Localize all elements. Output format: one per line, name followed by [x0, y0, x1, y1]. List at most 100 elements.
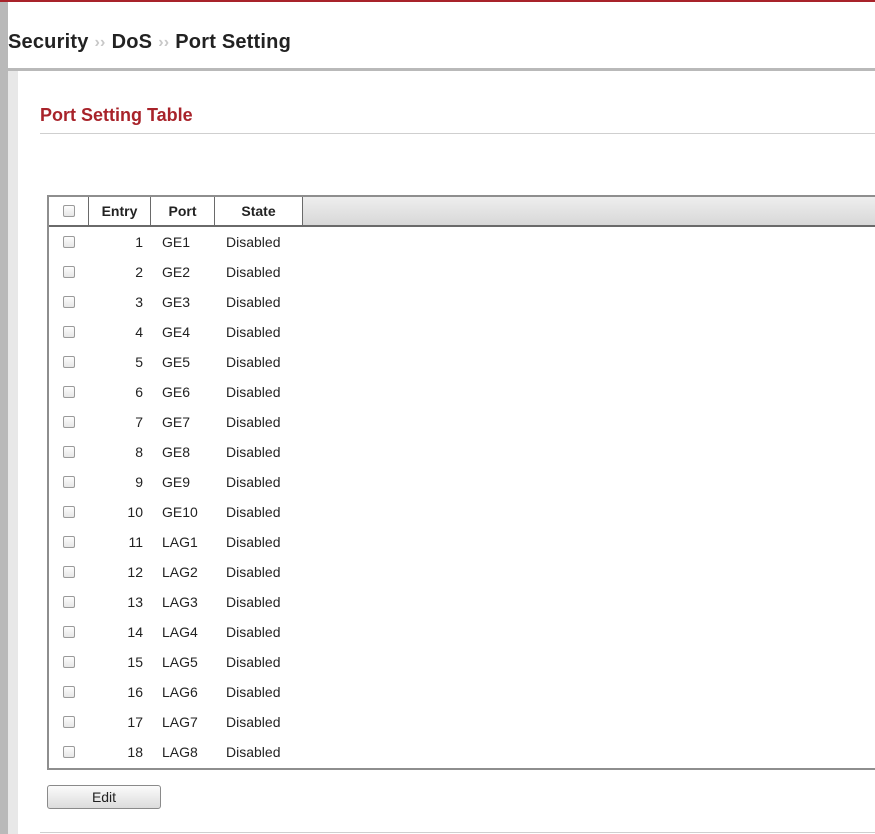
edit-button[interactable]: Edit [47, 785, 161, 809]
cell-state: Disabled [226, 714, 281, 730]
cell-entry: 5 [135, 354, 143, 370]
cell-entry: 11 [128, 534, 143, 550]
cell-entry: 15 [127, 654, 143, 670]
cell-port: GE7 [162, 414, 191, 430]
table-row[interactable]: 3 GE3 Disabled [49, 287, 875, 317]
column-header-state[interactable]: State [215, 197, 303, 225]
table-row[interactable]: 14 LAG4 Disabled [49, 617, 875, 647]
row-checkbox[interactable] [63, 236, 75, 248]
row-checkbox[interactable] [63, 686, 75, 698]
select-all-checkbox[interactable] [63, 205, 75, 217]
cell-entry: 1 [135, 234, 143, 250]
column-header-entry[interactable]: Entry [89, 197, 151, 225]
cell-port: GE9 [162, 474, 191, 490]
table-row[interactable]: 13 LAG3 Disabled [49, 587, 875, 617]
cell-state: Disabled [226, 564, 281, 580]
row-checkbox[interactable] [63, 566, 75, 578]
cell-port: LAG2 [162, 564, 198, 580]
table-row[interactable]: 1 GE1 Disabled [49, 227, 875, 257]
page-header: Security ›› DoS ›› Port Setting [8, 2, 875, 71]
cell-entry: 2 [135, 264, 143, 280]
table-row[interactable]: 5 GE5 Disabled [49, 347, 875, 377]
cell-entry: 17 [127, 714, 143, 730]
cell-entry: 13 [127, 594, 143, 610]
cell-entry: 10 [127, 504, 143, 520]
cell-state: Disabled [226, 684, 281, 700]
cell-state: Disabled [226, 264, 281, 280]
row-checkbox[interactable] [63, 266, 75, 278]
cell-entry: 14 [127, 624, 143, 640]
cell-state: Disabled [226, 444, 281, 460]
cell-entry: 9 [135, 474, 143, 490]
column-header-port[interactable]: Port [151, 197, 215, 225]
cell-state: Disabled [226, 354, 281, 370]
cell-entry: 6 [135, 384, 143, 400]
cell-entry: 7 [135, 414, 143, 430]
table-row[interactable]: 16 LAG6 Disabled [49, 677, 875, 707]
row-checkbox[interactable] [63, 356, 75, 368]
row-checkbox[interactable] [63, 326, 75, 338]
row-checkbox[interactable] [63, 656, 75, 668]
breadcrumb-separator: ›› [94, 34, 106, 51]
table-header: Entry Port State [49, 197, 875, 227]
breadcrumb-item-security: Security [8, 31, 89, 53]
breadcrumb: Security ›› DoS ›› Port Setting [8, 31, 291, 54]
table-row[interactable]: 7 GE7 Disabled [49, 407, 875, 437]
row-checkbox[interactable] [63, 476, 75, 488]
row-checkbox[interactable] [63, 626, 75, 638]
cell-entry: 16 [127, 684, 143, 700]
section-title: Port Setting Table [40, 105, 193, 125]
table-row[interactable]: 10 GE10 Disabled [49, 497, 875, 527]
row-checkbox[interactable] [63, 746, 75, 758]
cell-port: LAG8 [162, 744, 198, 760]
cell-port: GE6 [162, 384, 191, 400]
cell-state: Disabled [226, 744, 281, 760]
row-checkbox[interactable] [63, 536, 75, 548]
section-divider [40, 133, 875, 134]
table-row[interactable]: 17 LAG7 Disabled [49, 707, 875, 737]
header-select-all-cell [49, 197, 89, 225]
row-checkbox[interactable] [63, 716, 75, 728]
row-checkbox[interactable] [63, 416, 75, 428]
header-filler [303, 197, 875, 225]
port-setting-table: Entry Port State 1 GE1 Disabled 2 GE2 Disable… [47, 195, 875, 770]
cell-state: Disabled [226, 324, 281, 340]
breadcrumb-separator: ›› [158, 34, 170, 51]
table-row[interactable]: 12 LAG2 Disabled [49, 557, 875, 587]
table-row[interactable]: 2 GE2 Disabled [49, 257, 875, 287]
row-checkbox[interactable] [63, 446, 75, 458]
cell-state: Disabled [226, 534, 281, 550]
cell-state: Disabled [226, 234, 281, 250]
cell-port: GE3 [162, 294, 191, 310]
cell-state: Disabled [226, 414, 281, 430]
cell-entry: 8 [135, 444, 143, 460]
cell-entry: 3 [135, 294, 143, 310]
breadcrumb-item-port-setting: Port Setting [175, 31, 291, 53]
cell-port: LAG7 [162, 714, 198, 730]
table-row[interactable]: 4 GE4 Disabled [49, 317, 875, 347]
row-checkbox[interactable] [63, 596, 75, 608]
cell-entry: 4 [135, 324, 143, 340]
table-row[interactable]: 8 GE8 Disabled [49, 437, 875, 467]
row-checkbox[interactable] [63, 386, 75, 398]
cell-state: Disabled [226, 594, 281, 610]
cell-state: Disabled [226, 624, 281, 640]
cell-state: Disabled [226, 384, 281, 400]
table-row[interactable]: 6 GE6 Disabled [49, 377, 875, 407]
cell-port: GE10 [162, 504, 198, 520]
table-row[interactable]: 11 LAG1 Disabled [49, 527, 875, 557]
table-row[interactable]: 9 GE9 Disabled [49, 467, 875, 497]
cell-entry: 12 [127, 564, 143, 580]
cell-port: GE5 [162, 354, 191, 370]
row-checkbox[interactable] [63, 506, 75, 518]
cell-state: Disabled [226, 294, 281, 310]
table-row[interactable]: 15 LAG5 Disabled [49, 647, 875, 677]
cell-state: Disabled [226, 654, 281, 670]
row-checkbox[interactable] [63, 296, 75, 308]
breadcrumb-item-dos: DoS [111, 31, 153, 53]
main-content: Port Setting Table Entry Port State 1 GE1… [8, 71, 875, 834]
table-row[interactable]: 18 LAG8 Disabled [49, 737, 875, 767]
cell-port: GE2 [162, 264, 191, 280]
cell-port: LAG5 [162, 654, 198, 670]
cell-state: Disabled [226, 504, 281, 520]
